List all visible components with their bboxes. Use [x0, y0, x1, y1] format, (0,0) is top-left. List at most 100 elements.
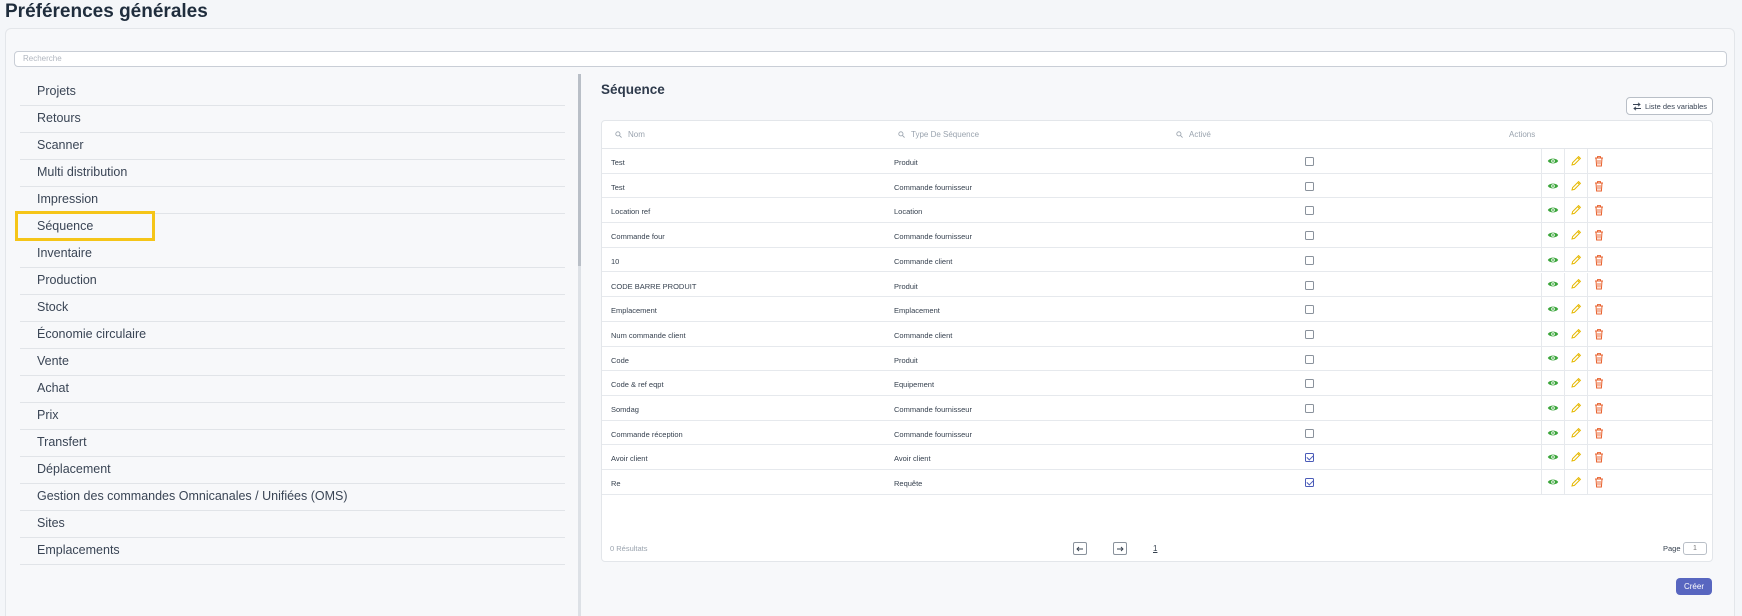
- active-checkbox[interactable]: [1305, 428, 1314, 438]
- view-button[interactable]: [1541, 272, 1564, 297]
- table-row: Test Produit: [602, 149, 1712, 174]
- view-button[interactable]: [1541, 149, 1564, 173]
- trash-icon: [1593, 476, 1605, 488]
- edit-button[interactable]: [1564, 346, 1587, 371]
- sidebar-item[interactable]: Impression: [20, 184, 565, 214]
- search-icon: [1176, 131, 1183, 138]
- view-button[interactable]: [1541, 396, 1564, 420]
- current-page-number[interactable]: 1: [1153, 544, 1157, 553]
- view-button[interactable]: [1541, 198, 1564, 223]
- view-button[interactable]: [1541, 470, 1564, 494]
- active-checkbox[interactable]: [1305, 305, 1314, 315]
- edit-button[interactable]: [1564, 321, 1587, 346]
- previous-page-button[interactable]: [1073, 542, 1087, 555]
- active-checkbox[interactable]: [1305, 157, 1314, 166]
- view-button[interactable]: [1541, 420, 1564, 445]
- edit-button[interactable]: [1564, 445, 1587, 470]
- delete-button[interactable]: [1587, 272, 1610, 297]
- active-checkbox[interactable]: [1305, 280, 1314, 290]
- edit-button[interactable]: [1564, 396, 1587, 420]
- delete-button[interactable]: [1587, 321, 1610, 346]
- sidebar-item[interactable]: Production: [20, 265, 565, 295]
- view-button[interactable]: [1541, 173, 1564, 198]
- pencil-icon: [1570, 377, 1582, 389]
- active-checkbox[interactable]: [1305, 206, 1314, 216]
- eye-icon: [1547, 328, 1559, 340]
- view-button[interactable]: [1541, 445, 1564, 470]
- delete-button[interactable]: [1587, 247, 1610, 272]
- sidebar-item[interactable]: Transfert: [20, 427, 565, 457]
- active-checkbox[interactable]: [1305, 181, 1314, 191]
- delete-button[interactable]: [1587, 223, 1610, 247]
- delete-button[interactable]: [1587, 346, 1610, 371]
- search-input[interactable]: [14, 50, 1727, 67]
- delete-button[interactable]: [1587, 371, 1610, 395]
- sidebar-item[interactable]: Déplacement: [20, 454, 565, 484]
- column-type-filter[interactable]: Type De Séquence: [898, 130, 979, 139]
- sidebar-item[interactable]: Achat: [20, 373, 565, 403]
- sidebar-item[interactable]: Séquence: [15, 211, 155, 241]
- sidebar-item[interactable]: Multi distribution: [20, 157, 565, 187]
- edit-button[interactable]: [1564, 198, 1587, 223]
- active-checkbox[interactable]: [1305, 453, 1314, 463]
- page-number-input[interactable]: [1683, 542, 1707, 555]
- trash-icon: [1593, 402, 1605, 414]
- sidebar-scrollbar[interactable]: [578, 74, 581, 616]
- sidebar-item[interactable]: Gestion des commandes Omnicanales / Unif…: [20, 481, 565, 511]
- delete-button[interactable]: [1587, 173, 1610, 198]
- edit-button[interactable]: [1564, 470, 1587, 494]
- next-page-button[interactable]: [1113, 542, 1127, 555]
- sidebar-item[interactable]: Retours: [20, 103, 565, 133]
- view-button[interactable]: [1541, 297, 1564, 321]
- sequence-name: Commande four: [611, 232, 665, 242]
- table-row: Commande réception Commande fournisseur: [602, 420, 1712, 446]
- view-button[interactable]: [1541, 371, 1564, 395]
- active-checkbox[interactable]: [1305, 255, 1314, 265]
- view-button[interactable]: [1541, 223, 1564, 247]
- edit-button[interactable]: [1564, 272, 1587, 297]
- sidebar-item-label: Transfert: [37, 434, 87, 449]
- edit-button[interactable]: [1564, 149, 1587, 173]
- sidebar-item[interactable]: Sites: [20, 508, 565, 538]
- sidebar-item[interactable]: Scanner: [20, 130, 565, 160]
- delete-button[interactable]: [1587, 445, 1610, 470]
- active-checkbox[interactable]: [1305, 354, 1314, 364]
- delete-button[interactable]: [1587, 420, 1610, 445]
- sidebar-item[interactable]: Projets: [20, 76, 565, 106]
- delete-button[interactable]: [1587, 297, 1610, 321]
- sequence-type: Commande client: [894, 256, 953, 266]
- variables-list-button[interactable]: Liste des variables: [1626, 97, 1713, 115]
- edit-button[interactable]: [1564, 297, 1587, 321]
- view-button[interactable]: [1541, 247, 1564, 272]
- active-checkbox[interactable]: [1305, 329, 1314, 339]
- sidebar-item[interactable]: Stock: [20, 292, 565, 322]
- scrollbar-thumb[interactable]: [578, 74, 581, 266]
- edit-button[interactable]: [1564, 247, 1587, 272]
- delete-button[interactable]: [1587, 198, 1610, 223]
- column-active-filter[interactable]: Activé: [1176, 130, 1211, 139]
- view-button[interactable]: [1541, 346, 1564, 371]
- active-checkbox[interactable]: [1305, 231, 1314, 241]
- view-button[interactable]: [1541, 321, 1564, 346]
- edit-button[interactable]: [1564, 223, 1587, 247]
- sidebar-item-label: Séquence: [37, 218, 94, 233]
- sidebar-item[interactable]: Prix: [20, 400, 565, 430]
- sidebar-item[interactable]: Emplacements: [20, 535, 565, 565]
- delete-button[interactable]: [1587, 396, 1610, 420]
- column-name-filter[interactable]: Nom: [615, 130, 645, 139]
- active-checkbox[interactable]: [1305, 404, 1314, 413]
- delete-button[interactable]: [1587, 470, 1610, 494]
- create-button[interactable]: Créer: [1676, 578, 1712, 595]
- eye-icon: [1547, 377, 1559, 389]
- edit-button[interactable]: [1564, 371, 1587, 395]
- sidebar-item[interactable]: Économie circulaire: [20, 319, 565, 349]
- sidebar-item[interactable]: Vente: [20, 346, 565, 376]
- delete-button[interactable]: [1587, 149, 1610, 173]
- sidebar-item[interactable]: Inventaire: [20, 238, 565, 268]
- pencil-icon: [1570, 254, 1582, 266]
- active-checkbox[interactable]: [1305, 478, 1314, 488]
- edit-button[interactable]: [1564, 420, 1587, 445]
- sequence-name: Test: [611, 158, 625, 167]
- edit-button[interactable]: [1564, 173, 1587, 198]
- active-checkbox[interactable]: [1305, 379, 1314, 389]
